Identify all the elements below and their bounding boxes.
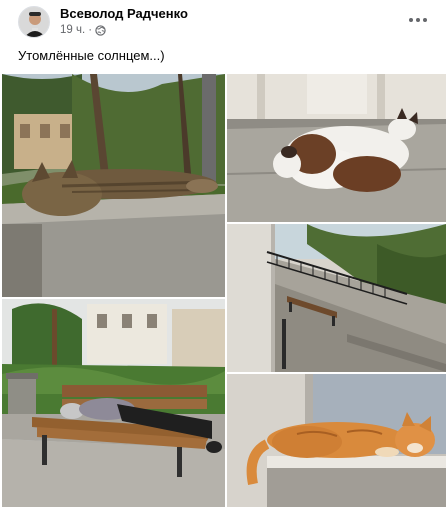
feed-post: Всеволод Радченко 19 ч. · Утомлённые сол… bbox=[0, 0, 446, 507]
more-options-icon[interactable] bbox=[404, 10, 432, 30]
globe-icon[interactable] bbox=[95, 24, 106, 36]
post-timestamp[interactable]: 19 ч. bbox=[60, 24, 85, 36]
post-caption: Утомлённые солнцем...) bbox=[18, 48, 165, 63]
photo-courtyard-railing[interactable] bbox=[227, 224, 446, 372]
photo-white-cat-on-step[interactable] bbox=[227, 74, 446, 222]
post-header: Всеволод Радченко 19 ч. · bbox=[18, 6, 438, 42]
author-avatar[interactable] bbox=[18, 6, 50, 38]
photo-ginger-cat-window[interactable] bbox=[227, 374, 446, 507]
author-name[interactable]: Всеволод Радченко bbox=[60, 6, 188, 21]
photo-man-on-bench[interactable] bbox=[2, 299, 225, 507]
meta-separator: · bbox=[88, 24, 93, 36]
post-meta: 19 ч. · bbox=[60, 24, 106, 36]
photo-cat-on-wall[interactable] bbox=[2, 74, 225, 297]
